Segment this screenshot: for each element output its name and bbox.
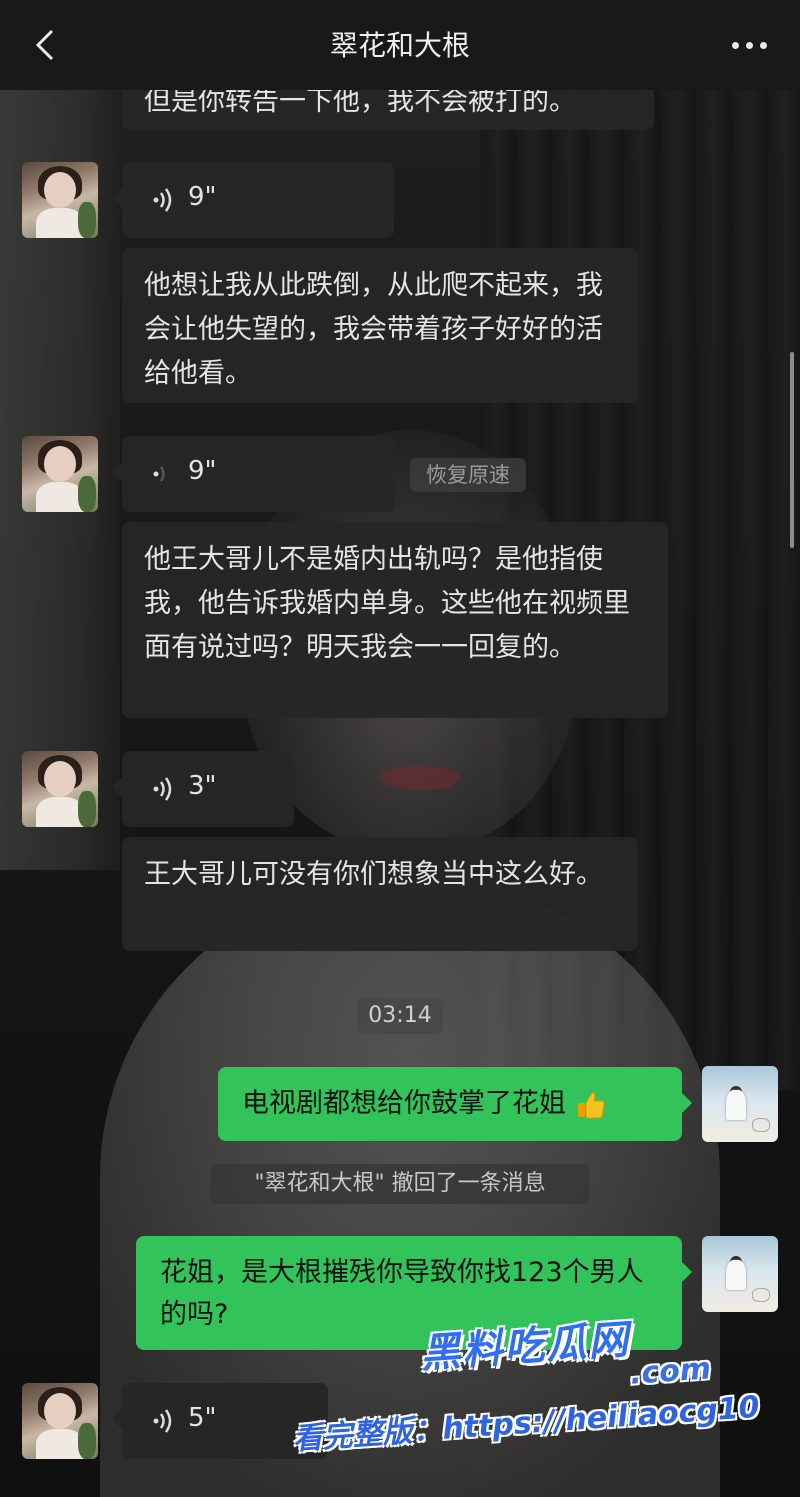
message-bubble[interactable]: 他想让我从此跌倒，从此爬不起来，我会让他失望的，我会带着孩子好好的活给他看。 [122, 248, 638, 403]
message-text: 他王大哥儿不是婚内出轨吗？是他指使我，他告诉我婚内单身。这些他在视频里面有说过吗… [144, 544, 630, 663]
voice-message[interactable]: 3" [112, 751, 294, 827]
message-text: 他想让我从此跌倒，从此爬不起来，我会让他失望的，我会带着孩子好好的活给他看。 [144, 270, 603, 389]
message-text: 但是你转告一下他，我不会被打的。 [144, 86, 576, 117]
my-avatar[interactable] [702, 1236, 778, 1312]
voice-duration: 3" [188, 771, 217, 801]
voice-message[interactable]: 9" [112, 162, 394, 238]
message-text: 王大哥儿可没有你们想象当中这么好。 [144, 859, 603, 890]
message-text: 电视剧都想给你鼓掌了花姐 [242, 1088, 566, 1119]
voice-duration: 9" [188, 182, 217, 212]
voice-duration: 5" [188, 1403, 217, 1433]
message-bubble[interactable]: 他王大哥儿不是婚内出轨吗？是他指使我，他告诉我婚内单身。这些他在视频里面有说过吗… [122, 522, 668, 718]
voice-wave-icon [153, 1409, 172, 1433]
more-options-icon[interactable] [732, 42, 768, 50]
voice-duration: 9" [188, 456, 217, 486]
message-bubble[interactable]: 王大哥儿可没有你们想象当中这么好。 [122, 837, 638, 951]
voice-wave-icon [153, 466, 165, 482]
voice-wave-icon [153, 188, 172, 212]
contact-avatar[interactable] [22, 751, 98, 827]
my-message-bubble[interactable]: 电视剧都想给你鼓掌了花姐 [218, 1067, 692, 1141]
contact-avatar[interactable] [22, 162, 98, 238]
my-avatar[interactable] [702, 1066, 778, 1142]
thumbs-up-emoji-icon [577, 1091, 605, 1118]
contact-avatar[interactable] [22, 1383, 98, 1459]
voice-message[interactable]: 9" [112, 436, 394, 512]
scrollbar[interactable] [790, 352, 794, 548]
top-bar: 翠花和大根 [0, 0, 800, 90]
chat-title: 翠花和大根 [329, 29, 470, 62]
contact-avatar[interactable] [22, 436, 98, 512]
restore-speed-button[interactable]: 恢复原速 [410, 458, 526, 492]
voice-wave-icon [153, 777, 172, 801]
recall-notice: "翠花和大根" 撤回了一条消息 [211, 1164, 589, 1204]
timestamp-label: 03:14 [357, 998, 443, 1034]
